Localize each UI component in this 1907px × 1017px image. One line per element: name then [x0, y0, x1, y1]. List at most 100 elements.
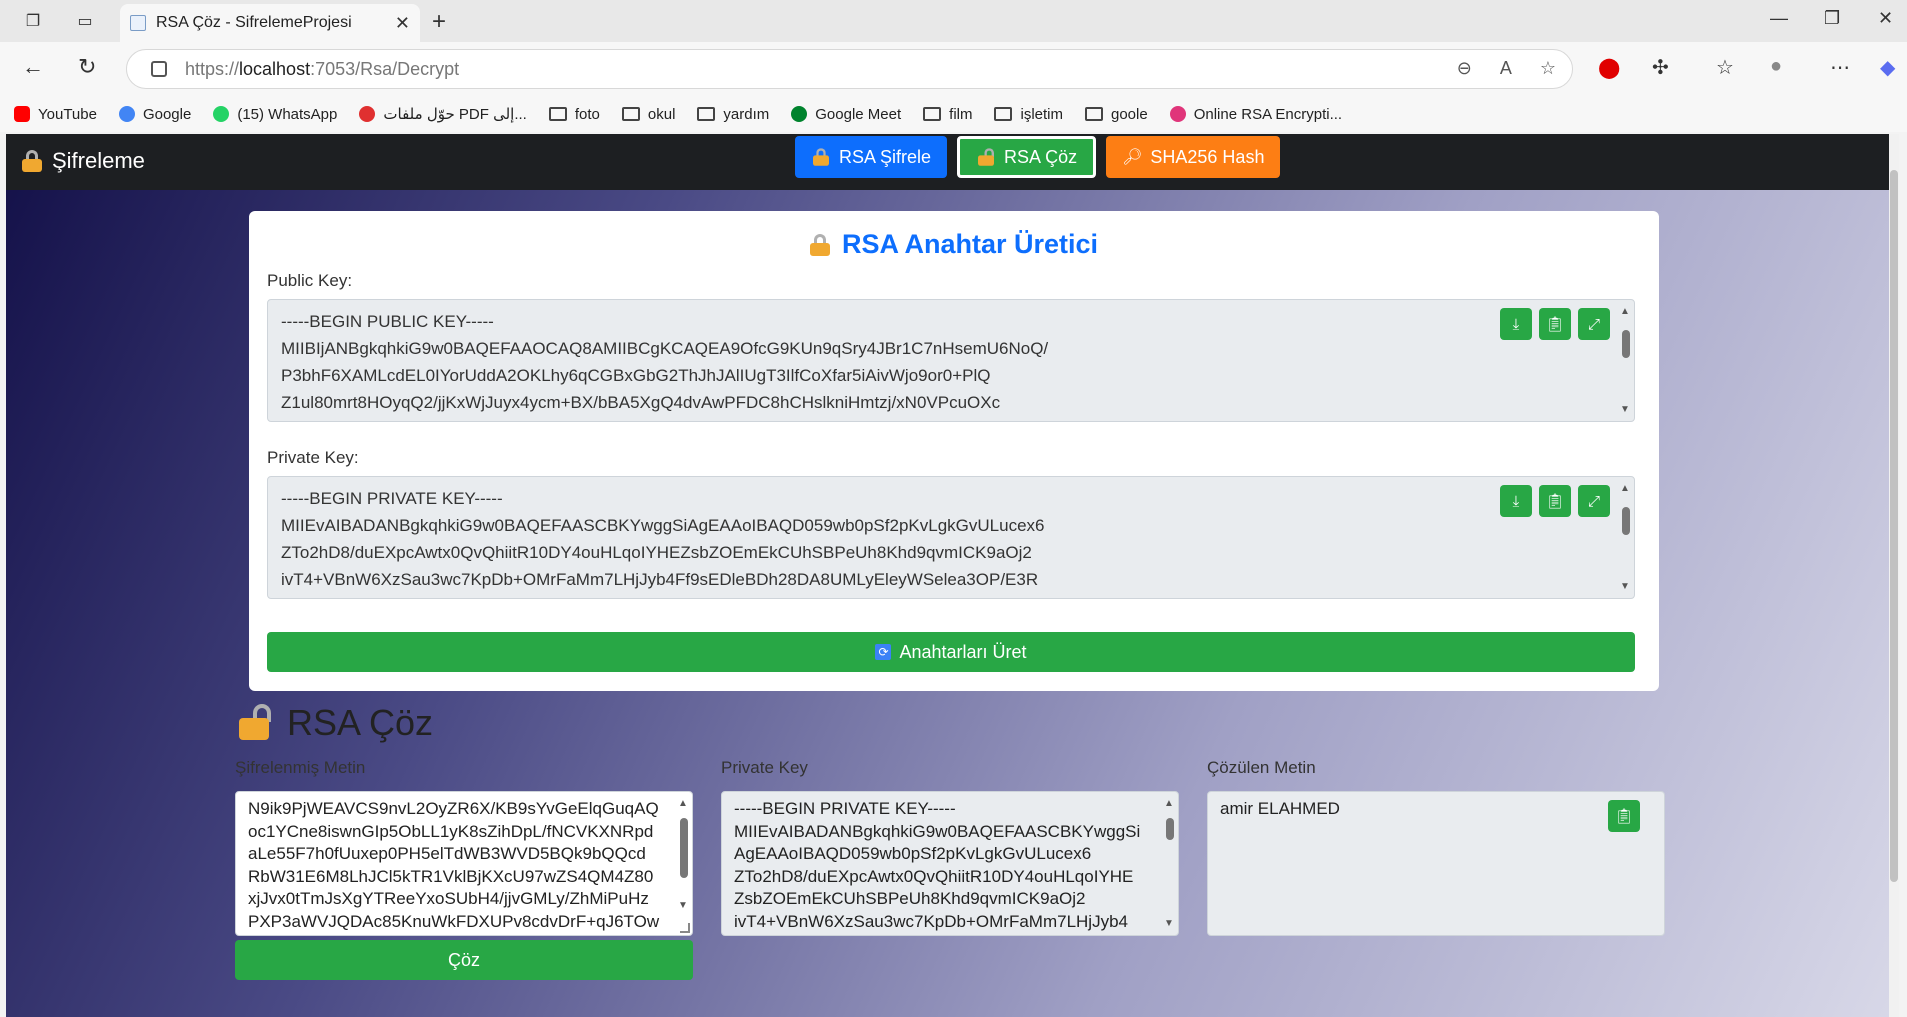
bookmark-label: Google — [142, 105, 192, 123]
cipher-text-input[interactable]: N9ik9PjWEAVCS9nvL2OyZR6X/KB9sYvGeElqGuqA… — [235, 791, 693, 936]
bookmark-item[interactable]: YouTube — [14, 106, 97, 123]
bookmark-item[interactable]: film — [923, 106, 972, 123]
nav-rsa-decrypt-label: RSA Çöz — [1004, 146, 1078, 167]
favorite-star-icon[interactable]: ☆ — [1540, 58, 1556, 79]
result-text: amir ELAHMED — [1220, 799, 1340, 818]
nav-sha256-label: SHA256 Hash — [1150, 146, 1265, 167]
browser-tab-active[interactable]: RSA Çöz - SifrelemeProjesi ✕ — [120, 4, 420, 42]
app-navbar: Şifreleme RSA Şifrele RSA Çöz 🔎︎ SHA256 … — [6, 134, 1899, 190]
nav-rsa-decrypt-button[interactable]: RSA Çöz — [957, 136, 1097, 178]
magnifier-icon: 🔎︎ — [1122, 149, 1143, 166]
bookmark-item[interactable]: foto — [548, 105, 600, 123]
bookmark-item[interactable]: Online RSA Encrypti... — [1169, 105, 1343, 123]
folder-icon — [697, 107, 716, 121]
lock-icon — [22, 150, 42, 172]
page-favicon-icon — [130, 15, 146, 31]
private-key-input-label: Private Key — [721, 758, 808, 777]
lock-icon — [813, 148, 829, 166]
public-key-textarea[interactable]: -----BEGIN PUBLIC KEY----- MIIBIjANBgkqh… — [267, 299, 1635, 422]
private-key-input[interactable]: -----BEGIN PRIVATE KEY----- MIIEvAIBADAN… — [721, 791, 1179, 936]
clipboard-icon: 📋︎ — [1614, 808, 1634, 825]
bookmark-label: YouTube — [38, 105, 97, 123]
bookmark-item[interactable]: goole — [1085, 106, 1148, 123]
bookmark-label: yardım — [723, 105, 770, 123]
copilot-icon[interactable]: ◆ — [1880, 55, 1895, 80]
download-public-key-button[interactable]: ⤓ — [1500, 308, 1532, 340]
rsa-site-icon — [1169, 106, 1186, 122]
bookmark-label: (15) WhatsApp — [237, 105, 338, 123]
bookmark-item[interactable]: yardım — [697, 106, 769, 123]
unlock-icon — [239, 704, 273, 742]
opera-extension-icon[interactable]: ⬤ — [1598, 55, 1620, 80]
whatsapp-icon — [213, 106, 230, 122]
meet-icon — [791, 106, 808, 122]
bookmark-label: Online RSA Encrypti... — [1193, 105, 1343, 123]
expand-public-key-button[interactable]: ⤢ — [1578, 308, 1610, 340]
decrypt-title-text: RSA Çöz — [287, 702, 434, 743]
new-tab-icon[interactable]: + — [432, 8, 446, 36]
generate-keys-button[interactable]: ⟳ Anahtarları Üret — [267, 632, 1635, 672]
bookmark-label: foto — [574, 105, 600, 123]
nav-rsa-encrypt-button[interactable]: RSA Şifrele — [795, 136, 948, 178]
site-info-lock-icon[interactable] — [151, 61, 167, 77]
result-output: amir ELAHMED 📋︎ — [1207, 791, 1665, 936]
bookmark-item[interactable]: (15) WhatsApp — [213, 106, 337, 123]
resize-handle-icon[interactable] — [680, 923, 690, 933]
reload-icon[interactable]: ↻ — [78, 54, 96, 80]
generator-title-text: RSA Anahtar Üretici — [841, 229, 1099, 259]
folder-icon — [548, 107, 567, 121]
back-icon[interactable]: ← — [22, 54, 44, 80]
tab-close-icon[interactable]: ✕ — [395, 13, 410, 34]
lock-icon — [809, 233, 830, 256]
private-key-input-value: -----BEGIN PRIVATE KEY----- MIIEvAIBADAN… — [734, 799, 1141, 931]
brand[interactable]: Şifreleme — [22, 148, 145, 174]
nav-sha256-button[interactable]: 🔎︎ SHA256 Hash — [1106, 136, 1281, 178]
extensions-icon[interactable]: ✣ — [1652, 55, 1669, 80]
copy-public-key-button[interactable]: 📋︎ — [1539, 308, 1571, 340]
copy-private-key-button[interactable]: 📋︎ — [1539, 485, 1571, 517]
cipher-text-scrollbar[interactable]: ▲ ▼ — [675, 792, 692, 935]
copy-result-button[interactable]: 📋︎ — [1608, 800, 1640, 832]
private-key-textarea[interactable]: -----BEGIN PRIVATE KEY----- MIIEvAIBADAN… — [267, 476, 1635, 599]
minimize-icon[interactable]: — — [1770, 8, 1788, 29]
bookmark-label: işletim — [1020, 105, 1063, 123]
bookmark-item[interactable]: Google — [118, 105, 192, 123]
bookmark-label: goole — [1111, 105, 1148, 123]
bookmark-label: حوّل ملفات PDF إلى... — [383, 106, 527, 123]
more-menu-icon[interactable]: ⋯ — [1830, 55, 1850, 80]
decrypt-submit-button[interactable]: Çöz — [235, 940, 693, 980]
clipboard-icon: 📋︎ — [1545, 493, 1565, 510]
bookmark-item[interactable]: Google Meet — [791, 106, 901, 123]
read-aloud-icon[interactable]: A — [1500, 58, 1512, 79]
private-key-scrollbar[interactable]: ▲ ▼ — [1617, 477, 1634, 598]
folder-icon — [923, 107, 942, 121]
maximize-icon[interactable]: ❐ — [1824, 8, 1840, 29]
download-icon: ⤓ — [1512, 492, 1520, 510]
cipher-text-label: Şifrelenmiş Metin — [235, 758, 366, 777]
download-private-key-button[interactable]: ⤓ — [1500, 485, 1532, 517]
favorites-icon[interactable]: ☆ — [1716, 55, 1734, 80]
page-scrollbar[interactable] — [1889, 134, 1899, 1017]
bookmark-item[interactable]: işletim — [994, 106, 1063, 123]
private-key-text: -----BEGIN PRIVATE KEY----- MIIEvAIBADAN… — [281, 489, 1045, 589]
private-key-input-scrollbar[interactable]: ▲ ▼ — [1161, 792, 1178, 935]
profile-avatar-icon[interactable]: ● — [1770, 55, 1782, 78]
public-key-scrollbar[interactable]: ▲ ▼ — [1617, 300, 1634, 421]
browser-toolbar: ← ↻ https://localhost:7053/Rsa/Decrypt ⊖… — [0, 42, 1907, 96]
download-icon: ⤓ — [1512, 315, 1520, 333]
vertical-tabs-icon[interactable]: ▭ — [72, 9, 98, 33]
workspaces-icon[interactable]: ❐ — [20, 9, 46, 33]
bookmark-item[interactable]: حوّل ملفات PDF إلى... — [359, 105, 527, 123]
result-label: Çözülen Metin — [1207, 758, 1316, 777]
window-close-icon[interactable]: ✕ — [1878, 8, 1893, 29]
tab-title: RSA Çöz - SifrelemeProjesi — [156, 14, 352, 31]
folder-icon — [994, 107, 1013, 121]
decrypt-section-title: RSA Çöz — [239, 702, 433, 744]
unlock-icon — [978, 148, 995, 166]
expand-private-key-button[interactable]: ⤢ — [1578, 485, 1610, 517]
zoom-icon[interactable]: ⊖ — [1457, 58, 1472, 79]
youtube-icon — [14, 106, 30, 122]
address-bar[interactable]: https://localhost:7053/Rsa/Decrypt ⊖ A ☆ — [126, 49, 1573, 89]
bookmark-label: okul — [647, 105, 676, 123]
bookmark-item[interactable]: okul — [621, 105, 676, 123]
